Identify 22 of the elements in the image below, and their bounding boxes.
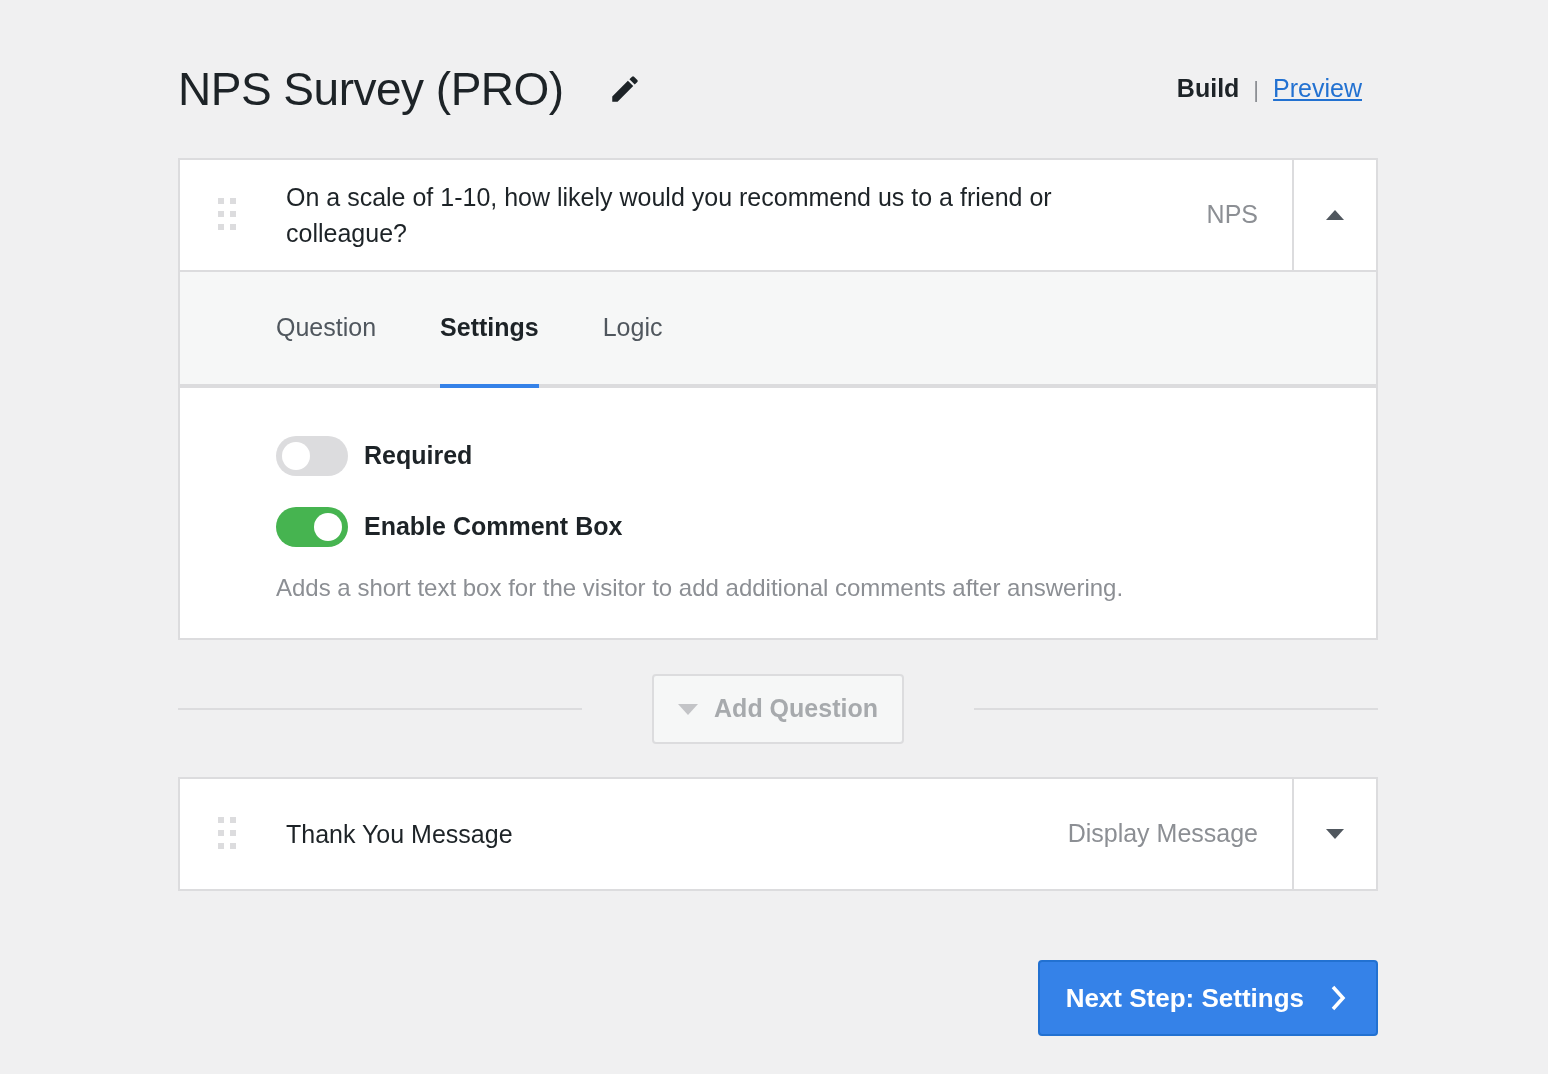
help-text: Adds a short text box for the visitor to add additional comments after answering. bbox=[276, 573, 1125, 603]
drag-handle-icon[interactable] bbox=[218, 198, 238, 232]
toggle-switch[interactable] bbox=[276, 436, 348, 476]
toggle-switch[interactable] bbox=[276, 507, 348, 547]
tab[interactable]: Settings bbox=[440, 272, 539, 388]
setting-label: Required bbox=[364, 440, 473, 472]
next-step-button[interactable]: Next Step: Settings bbox=[1037, 960, 1378, 1036]
build-tab[interactable]: Build bbox=[1176, 70, 1240, 108]
chevron-right-icon bbox=[1330, 985, 1346, 1011]
item-type-label: Display Message bbox=[1067, 818, 1258, 850]
tab[interactable]: Question bbox=[276, 272, 377, 388]
caret-down-icon bbox=[1326, 829, 1344, 839]
item-title: Thank You Message bbox=[286, 819, 513, 850]
setting-label: Enable Comment Box bbox=[364, 511, 623, 543]
drag-handle-icon[interactable] bbox=[218, 817, 238, 851]
item-type-label: NPS bbox=[1206, 199, 1258, 231]
caret-up-icon bbox=[1326, 210, 1344, 220]
separator-text: | bbox=[1253, 75, 1260, 104]
preview-link[interactable]: Preview bbox=[1273, 70, 1362, 108]
item-title: On a scale of 1-10, how likely would you recommend us to a friend or colleague? bbox=[286, 182, 1053, 249]
caret-icon bbox=[678, 703, 699, 715]
tab[interactable]: Logic bbox=[602, 272, 663, 388]
